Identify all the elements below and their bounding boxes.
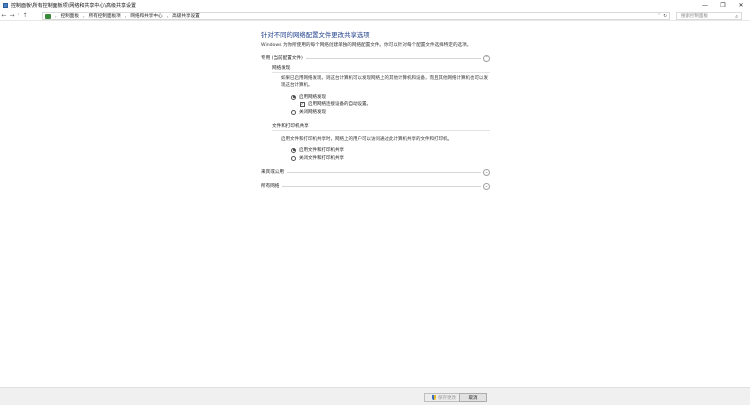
back-button[interactable]: ← [0,11,8,21]
up-button[interactable]: ↑ [21,11,29,21]
radio-disable-discovery[interactable]: 关闭网络发现 [291,109,326,115]
cancel-button[interactable]: 取消 [459,393,487,402]
close-button[interactable]: ✕ [732,0,750,11]
section-label[interactable]: 专用 (当前配置文件) [261,55,303,61]
breadcrumb-all-items[interactable]: 所有控制面板项 [89,13,121,19]
radio-label[interactable]: 启用文件和打印机共享 [299,147,344,153]
radio-button[interactable] [291,94,296,100]
radio-label[interactable]: 启用网络发现 [299,94,326,100]
chevron-up-icon[interactable]: ⌃ [483,54,490,62]
uac-shield-icon [432,395,436,400]
address-bar[interactable]: › 控制面板 › 所有控制面板项 › 网络和共享中心 › 高级共享设置 ˅ ↻ [42,12,670,20]
breadcrumb-control-panel[interactable]: 控制面板 [61,13,79,19]
breadcrumb-network-center[interactable]: 网络和共享中心 [130,13,162,19]
main-header: 针对不同的网络配置文件更改共享选项 Windows 为你所使用的每个网络创建单独… [261,30,491,48]
radio-enable-file-sharing[interactable]: 启用文件和打印机共享 [291,147,344,153]
refresh-icon[interactable]: ↻ [663,14,667,19]
section-guest-public[interactable]: 来宾或公用 ⌄ [261,168,490,176]
section-label[interactable]: 所有网络 [261,183,279,189]
section-label[interactable]: 来宾或公用 [261,169,284,175]
maximize-button[interactable]: ❐ [714,0,732,11]
search-icon[interactable]: ⌕ [735,14,738,20]
forward-button[interactable]: → [8,11,16,21]
breadcrumb-advanced-sharing[interactable]: 高级共享设置 [172,13,200,19]
page-title: 针对不同的网络配置文件更改共享选项 [261,31,370,39]
radio-button[interactable] [291,155,296,161]
control-panel-icon [45,13,51,19]
chevron-down-icon[interactable]: ⌄ [483,182,490,190]
search-placeholder[interactable]: 搜索控制面板 [681,13,708,19]
divider [305,57,481,59]
checkbox-auto-setup[interactable]: ✓ 启用网络连接设备的自动设置。 [300,101,371,107]
divider [272,130,490,131]
divider [272,72,490,73]
radio-button[interactable] [291,147,296,153]
file-sharing-description: 启用文件和打印机共享时，网络上的用户可以访问通过此计算机共享的文件和打印机。 [281,137,452,142]
checkbox[interactable]: ✓ [300,101,305,107]
page-description: Windows 为你所使用的每个网络创建单独的网络配置文件。你可以针对每个配置文… [261,43,472,48]
address-dropdown-icon[interactable]: ˅ [658,14,660,19]
address-actions: ˅ ↻ [658,13,667,19]
footer-bar: 保存更改 取消 [0,387,750,405]
divider [286,171,481,173]
subsection-network-discovery: 网络发现 [272,66,291,71]
breadcrumb-separator[interactable]: › [167,14,169,19]
checkbox-label[interactable]: 启用网络连接设备的自动设置。 [308,101,371,107]
control-panel-icon [3,3,8,8]
radio-button[interactable] [291,109,296,115]
section-private-profile[interactable]: 专用 (当前配置文件) ⌃ [261,54,490,62]
title-bar: 控制面板\所有控制面板项\网络和共享中心\高级共享设置 — ❐ ✕ [0,0,750,11]
breadcrumb-separator[interactable]: › [125,14,127,19]
radio-disable-file-sharing[interactable]: 关闭文件和打印机共享 [291,155,344,161]
network-discovery-description: 如果已启用网络发现，则这台计算机可以发现网络上的其他计算机和设备，而且其他网络计… [281,76,488,88]
minimize-button[interactable]: — [696,0,714,11]
breadcrumb-separator: › [55,13,57,19]
chevron-down-icon[interactable]: ⌄ [483,168,490,176]
subsection-file-printer-sharing: 文件和打印机共享 [272,124,309,129]
save-label[interactable]: 保存更改 [438,395,456,401]
save-changes-button[interactable]: 保存更改 [424,393,464,402]
radio-label[interactable]: 关闭文件和打印机共享 [299,155,344,161]
radio-enable-discovery[interactable]: 启用网络发现 [291,94,326,100]
search-box[interactable]: 搜索控制面板 ⌕ [676,12,742,20]
navigation-bar: ← → ˅ ↑ › 控制面板 › 所有控制面板项 › 网络和共享中心 › 高级共… [0,11,750,21]
divider [282,185,481,187]
radio-label[interactable]: 关闭网络发现 [299,109,326,115]
breadcrumb-separator[interactable]: › [83,14,85,19]
section-all-networks[interactable]: 所有网络 ⌄ [261,182,490,190]
window-title: 控制面板\所有控制面板项\网络和共享中心\高级共享设置 [11,3,137,9]
window-controls: — ❐ ✕ [696,0,750,11]
